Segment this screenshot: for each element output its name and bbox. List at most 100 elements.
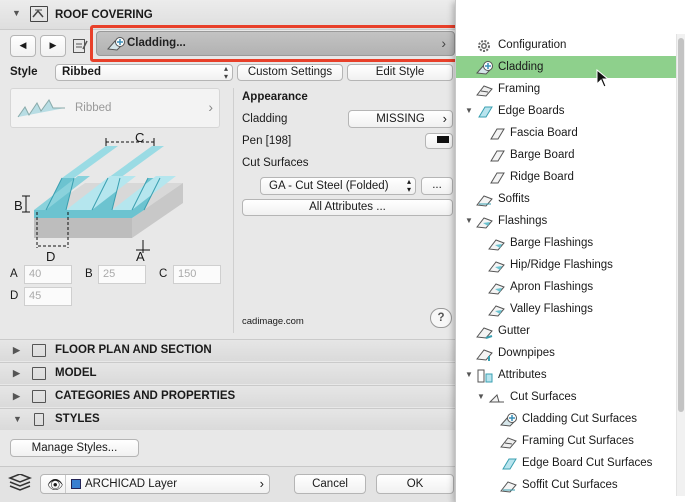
menu-item-hip-ridge-flashings[interactable]: Hip/Ridge Flashings — [456, 254, 678, 276]
manage-styles-button[interactable]: Manage Styles... — [10, 439, 139, 457]
menu-item-label: Apron Flashings — [510, 281, 594, 293]
expand-triangle-icon: ▶ — [13, 391, 20, 401]
scrollbar-thumb[interactable] — [678, 38, 684, 412]
menu-item-label: Fascia Board — [510, 127, 578, 139]
section-label: STYLES — [55, 413, 100, 425]
section-model[interactable]: ▶ MODEL — [0, 362, 456, 384]
style-select[interactable]: Ribbed ▴ ▾ — [55, 64, 233, 81]
menu-item-label: Framing Cut Surfaces — [522, 435, 634, 447]
diagram-label-c: C — [135, 130, 145, 145]
cladding-icon — [499, 412, 517, 427]
soffit-icon — [500, 478, 517, 493]
floor-plan-icon — [32, 344, 46, 357]
edit-style-button[interactable]: Edit Style — [347, 64, 453, 81]
layer-name: ARCHICAD Layer — [85, 478, 178, 490]
menu-item-label: Barge Board — [510, 149, 575, 161]
flashing-icon — [488, 302, 505, 317]
disclosure-triangle-icon[interactable]: ▼ — [477, 386, 485, 408]
menu-item-barge-flashings[interactable]: Barge Flashings — [456, 232, 678, 254]
section-floor-plan[interactable]: ▶ FLOOR PLAN AND SECTION — [0, 339, 456, 361]
dim-d-field[interactable]: 45 — [24, 287, 72, 306]
menu-item-label: Cut Surfaces — [510, 391, 577, 403]
menu-item-flashings[interactable]: ▼ Flashings — [456, 210, 678, 232]
gear-icon — [476, 38, 492, 52]
arrow-left-icon: ◀ — [19, 40, 27, 50]
section-label: MODEL — [55, 367, 97, 379]
chevron-right-icon: › — [259, 476, 264, 491]
menu-item-fascia-board[interactable]: Fascia Board — [456, 122, 678, 144]
edge-board-icon — [500, 456, 517, 470]
previous-button[interactable]: ◀ — [10, 35, 36, 57]
flashing-icon — [488, 236, 505, 251]
cladding-icon — [475, 60, 493, 75]
scrollbar-track[interactable] — [676, 34, 685, 496]
soffit-icon — [476, 192, 493, 207]
expand-triangle-icon: ▶ — [13, 345, 20, 355]
cancel-button[interactable]: Cancel — [294, 474, 366, 494]
layer-select[interactable]: 👁 ARCHICAD Layer › — [40, 474, 270, 494]
framing-icon — [500, 434, 517, 449]
menu-item-attributes[interactable]: ▼ Attributes — [456, 364, 678, 386]
dim-d-label: D — [10, 290, 19, 302]
help-icon: ? — [437, 312, 445, 324]
disclosure-triangle-icon[interactable]: ▼ — [465, 100, 473, 122]
menu-item-cladding[interactable]: Cladding — [456, 56, 678, 78]
disclosure-triangle-icon[interactable]: ▼ — [465, 364, 473, 386]
menu-item-edge-boards[interactable]: ▼ Edge Boards — [456, 100, 678, 122]
menu-item-label: Cladding Cut Surfaces — [522, 413, 638, 425]
collapse-triangle-icon: ▼ — [13, 414, 22, 424]
menu-item-label: Downpipes — [498, 347, 555, 359]
gutter-icon — [476, 324, 493, 339]
dim-b-field[interactable]: 25 — [98, 265, 146, 284]
menu-item-label: Gutter — [498, 325, 530, 337]
menu-item-label: Edge Board Cut Surfaces — [522, 457, 653, 469]
menu-item-valley-flashings[interactable]: Valley Flashings — [456, 298, 678, 320]
menu-item-soffits[interactable]: Soffits — [456, 188, 678, 210]
dim-a-field[interactable]: 40 — [24, 265, 72, 284]
ok-button[interactable]: OK — [376, 474, 454, 494]
edge-board-icon — [476, 104, 493, 118]
notes-icon[interactable] — [72, 37, 88, 55]
diagram-label-d: D — [46, 249, 56, 264]
dim-c-field[interactable]: 150 — [173, 265, 221, 284]
layer-color-icon — [71, 479, 81, 489]
menu-item-barge-board[interactable]: Barge Board — [456, 144, 678, 166]
disclosure-triangle-icon[interactable]: ▼ — [465, 210, 473, 232]
collapse-triangle-icon[interactable]: ▼ — [12, 8, 21, 18]
model-cube-icon — [32, 367, 46, 380]
vertical-divider — [233, 88, 234, 333]
bookmark-icon — [34, 413, 44, 426]
menu-item-framing[interactable]: Framing — [456, 78, 678, 100]
style-label: Style — [10, 66, 38, 78]
menu-item-framing-cut-surfaces[interactable]: Framing Cut Surfaces — [456, 430, 678, 452]
preview-selector[interactable]: Ribbed › — [10, 88, 220, 128]
menu-item-configuration[interactable]: Configuration — [456, 34, 678, 56]
cladding-select[interactable]: MISSING › — [348, 110, 453, 128]
next-button[interactable]: ▶ — [40, 35, 66, 57]
help-button[interactable]: ? — [430, 308, 452, 328]
eye-icon: 👁 — [47, 477, 64, 492]
cut-surfaces-select[interactable]: GA - Cut Steel (Folded) ▴ ▾ — [260, 177, 416, 195]
diagram-label-a: A — [136, 249, 145, 264]
more-button[interactable]: ... — [421, 177, 453, 195]
layer-separator — [65, 475, 66, 493]
page-title: ROOF COVERING — [55, 9, 153, 21]
all-attributes-button[interactable]: All Attributes ... — [242, 199, 453, 216]
menu-item-downpipes[interactable]: Downpipes — [456, 342, 678, 364]
menu-item-cut-surfaces[interactable]: ▼ Cut Surfaces — [456, 386, 678, 408]
board-icon — [488, 126, 505, 140]
custom-settings-button[interactable]: Custom Settings — [237, 64, 343, 81]
menu-item-label: Ridge Board — [510, 171, 574, 183]
menu-item-edge-board-cut-surfaces[interactable]: Edge Board Cut Surfaces — [456, 452, 678, 474]
arrow-right-icon: ▶ — [49, 40, 57, 50]
panel-dropdown[interactable]: Cladding... › — [96, 31, 455, 56]
appearance-heading: Appearance — [242, 91, 308, 103]
menu-item-cladding-cut-surfaces[interactable]: Cladding Cut Surfaces — [456, 408, 678, 430]
menu-item-soffit-cut-surfaces[interactable]: Soffit Cut Surfaces — [456, 474, 678, 496]
menu-item-gutter[interactable]: Gutter — [456, 320, 678, 342]
menu-item-apron-flashings[interactable]: Apron Flashings — [456, 276, 678, 298]
section-categories[interactable]: ▶ CATEGORIES AND PROPERTIES — [0, 385, 456, 407]
pen-selector[interactable] — [425, 133, 453, 149]
section-styles[interactable]: ▼ STYLES — [0, 408, 456, 430]
menu-item-ridge-board[interactable]: Ridge Board — [456, 166, 678, 188]
